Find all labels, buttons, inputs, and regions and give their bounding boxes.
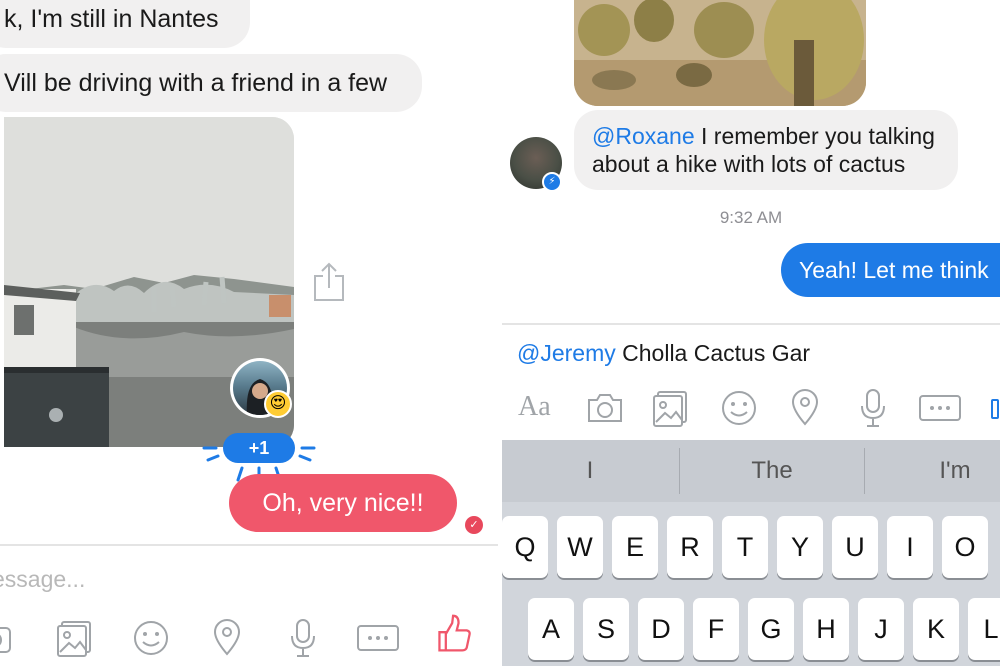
key-e[interactable]: E <box>612 516 658 578</box>
key-g[interactable]: G <box>748 598 794 660</box>
reaction-count-badge[interactable]: +1 <box>223 433 295 463</box>
incoming-message: k, I'm still in Nantes <box>0 0 250 48</box>
left-conversation-panel: k, I'm still in Nantes Vill be driving w… <box>0 0 498 666</box>
emoji-icon[interactable] <box>720 388 758 428</box>
send-icon[interactable] <box>986 388 1000 428</box>
message-input[interactable]: @Jeremy Cholla Cactus Gar <box>517 340 810 367</box>
compose-text: Cholla Cactus Gar <box>615 340 811 366</box>
more-icon[interactable] <box>356 618 400 658</box>
key-j[interactable]: J <box>858 598 904 660</box>
key-a[interactable]: A <box>528 598 574 660</box>
key-t[interactable]: T <box>722 516 768 578</box>
suggestion[interactable]: I'm <box>865 440 1000 502</box>
composer-divider <box>502 323 1000 325</box>
mention-token: @Jeremy <box>517 340 616 366</box>
key-o[interactable]: O <box>942 516 988 578</box>
key-h[interactable]: H <box>803 598 849 660</box>
predictive-text-bar: I The I'm <box>502 440 1000 502</box>
emoji-icon[interactable] <box>132 618 170 658</box>
messenger-badge-icon: ⚡ <box>542 172 562 192</box>
outgoing-message: Oh, very nice!! <box>229 474 457 532</box>
more-icon[interactable] <box>918 388 962 428</box>
key-d[interactable]: D <box>638 598 684 660</box>
gallery-icon[interactable] <box>652 388 690 428</box>
message-text: I remember you talking <box>694 123 935 149</box>
message-input[interactable]: essage... <box>0 566 85 593</box>
incoming-message: Vill be driving with a friend in a few <box>0 54 422 112</box>
key-k[interactable]: K <box>913 598 959 660</box>
shared-photo-cactus[interactable] <box>574 0 866 106</box>
key-w[interactable]: W <box>557 516 603 578</box>
outgoing-message: Yeah! Let me think <box>781 243 1000 297</box>
location-icon[interactable] <box>790 388 820 428</box>
message-text: about a hike with lots of cactus <box>592 151 906 177</box>
on-screen-keyboard: I The I'm Q W E R T Y U I O A S D F G H … <box>502 440 1000 666</box>
key-y[interactable]: Y <box>777 516 823 578</box>
suggestion[interactable]: I <box>502 440 678 502</box>
mention-link[interactable]: @Roxane <box>592 123 695 149</box>
key-r[interactable]: R <box>667 516 713 578</box>
location-icon[interactable] <box>212 618 242 658</box>
microphone-icon[interactable] <box>288 618 318 658</box>
key-l[interactable]: L <box>968 598 1000 660</box>
composer-divider <box>0 544 498 546</box>
seen-check-icon: ✓ <box>465 516 483 534</box>
heart-eyes-reaction-icon: 😍 <box>264 390 292 418</box>
key-q[interactable]: Q <box>502 516 548 578</box>
text-format-button[interactable]: Aa <box>518 388 551 428</box>
thumbs-up-icon[interactable] <box>434 614 474 654</box>
incoming-message: @Roxane I remember you talking about a h… <box>574 110 958 190</box>
right-conversation-panel: ⚡ @Roxane I remember you talking about a… <box>502 0 1000 666</box>
gallery-icon[interactable] <box>56 618 94 658</box>
suggestion[interactable]: The <box>680 440 864 502</box>
key-u[interactable]: U <box>832 516 878 578</box>
key-s[interactable]: S <box>583 598 629 660</box>
key-f[interactable]: F <box>693 598 739 660</box>
share-icon[interactable] <box>312 262 346 302</box>
message-timestamp: 9:32 AM <box>719 208 783 227</box>
microphone-icon[interactable] <box>858 388 888 428</box>
camera-icon[interactable] <box>586 388 624 428</box>
key-i[interactable]: I <box>887 516 933 578</box>
camera-icon[interactable] <box>0 618 16 658</box>
